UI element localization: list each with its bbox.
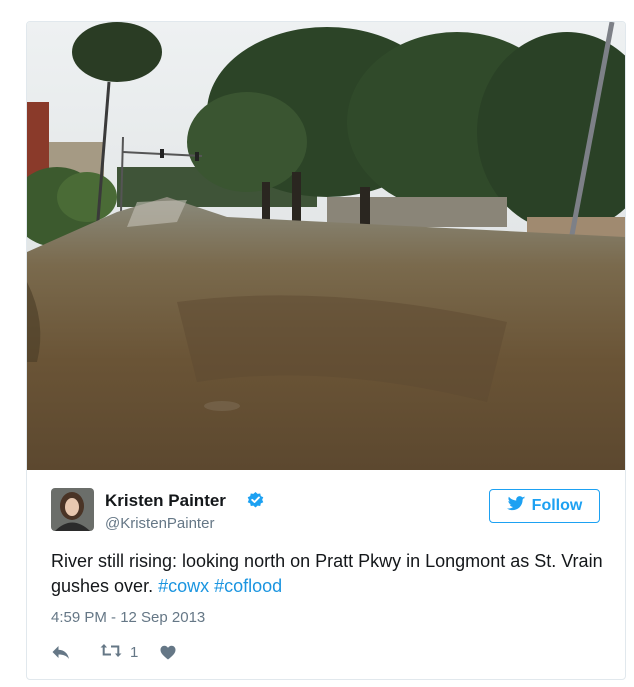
hashtag-link[interactable]: #cowx [158, 576, 209, 596]
tweet-timestamp[interactable]: 4:59 PM - 12 Sep 2013 [51, 609, 205, 626]
retweet-button[interactable]: 1 [100, 643, 138, 662]
follow-button[interactable]: Follow [489, 489, 600, 523]
retweet-count: 1 [130, 643, 139, 661]
author-avatar[interactable] [51, 488, 94, 531]
verified-badge-icon [246, 491, 265, 510]
author-name[interactable]: Kristen Painter [105, 491, 226, 511]
reply-icon[interactable] [51, 645, 70, 660]
flood-photo[interactable] [27, 22, 625, 470]
heart-icon[interactable] [160, 645, 176, 660]
author-handle[interactable]: @KristenPainter [105, 515, 214, 532]
tweet-actions: 1 [51, 642, 176, 662]
tweet-card: Kristen Painter @KristenPainter Follow R… [26, 21, 626, 680]
retweet-icon [100, 643, 122, 662]
tweet-text: River still rising: looking north on Pra… [51, 549, 611, 599]
tweet-body: River still rising: looking north on Pra… [51, 551, 603, 596]
twitter-bird-icon [506, 495, 526, 517]
hashtag-link[interactable]: #coflood [214, 576, 282, 596]
follow-label: Follow [531, 497, 583, 514]
